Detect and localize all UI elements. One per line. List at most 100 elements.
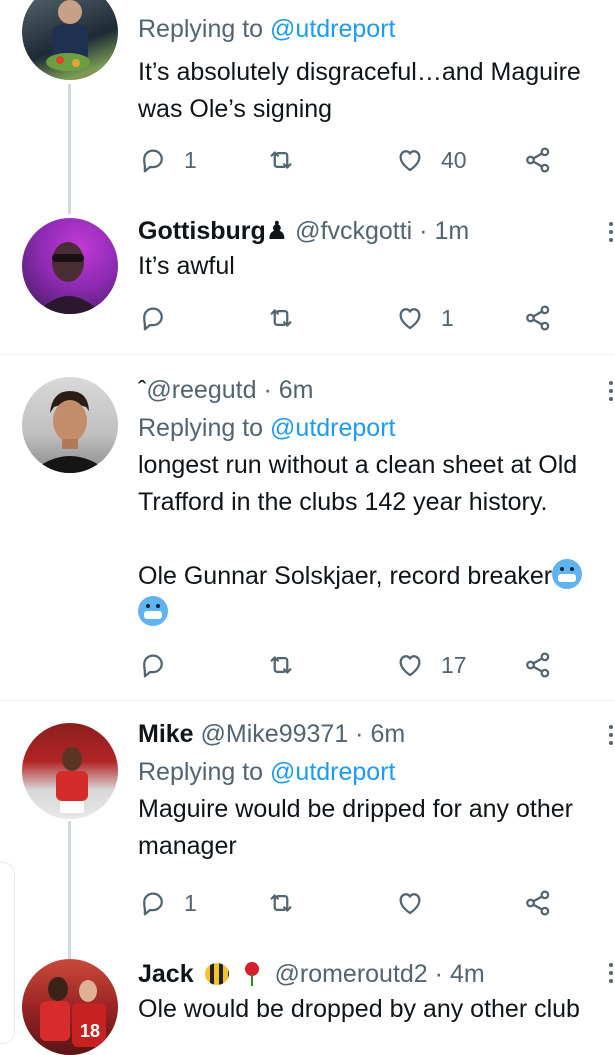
tweet-text-line: Ole would be dropped by any other club <box>138 995 580 1023</box>
share-icon <box>526 305 550 331</box>
more-icon[interactable] <box>609 222 615 246</box>
tweet-text-line: Ole Gunnar Solskjaer, record breaker <box>138 562 553 590</box>
reply-button[interactable]: 1 <box>138 883 197 923</box>
avatar[interactable]: 18 <box>22 959 118 1055</box>
like-button[interactable]: 1 <box>395 298 454 338</box>
separator: · <box>412 217 435 245</box>
avatar[interactable] <box>22 0 118 80</box>
rose-emoji <box>242 962 262 986</box>
like-button[interactable] <box>395 883 441 923</box>
retweet-button[interactable] <box>266 298 296 338</box>
tweet-text: longest run without a clean sheet at Old… <box>138 447 615 632</box>
tweet-text-line: Trafford in the clubs 142 year history. <box>138 488 548 516</box>
thread-line <box>68 821 71 961</box>
replying-prefix: Replying to <box>138 414 264 442</box>
chess-pawn-icon: ♟ <box>265 217 289 245</box>
replying-to: Replying to @utdreport <box>138 413 615 443</box>
share-icon <box>526 147 550 173</box>
avatar[interactable] <box>22 723 118 819</box>
cold-face-emoji <box>138 596 168 626</box>
tweet-3[interactable]: ˆ@reegutd · 6m Replying to @utdreport lo… <box>0 355 615 700</box>
tweet-actions: 1 40 <box>138 140 608 180</box>
bee-emoji <box>204 963 229 985</box>
share-button[interactable] <box>523 883 553 923</box>
tweet-text-line: longest run without a clean sheet at Old <box>138 451 578 479</box>
tweet-text-line: manager <box>138 832 237 860</box>
tweet-text-line: was Ole’s signing <box>138 95 333 123</box>
reply-button[interactable]: 1 <box>138 140 197 180</box>
tweet-actions: 17 <box>138 645 608 685</box>
retweet-button[interactable] <box>266 140 296 180</box>
retweet-icon <box>270 309 292 327</box>
user-handle[interactable]: @fvckgotti <box>295 217 412 245</box>
display-name[interactable]: Jack <box>138 960 194 988</box>
mention-link[interactable]: @utdreport <box>270 758 395 786</box>
reply-icon <box>143 149 163 173</box>
reply-button[interactable] <box>138 645 184 685</box>
share-icon <box>526 890 550 916</box>
user-handle[interactable]: @romeroutd2 <box>274 960 427 988</box>
mention-link[interactable]: @utdreport <box>270 15 395 43</box>
retweet-icon <box>270 656 292 674</box>
svg-text:18: 18 <box>80 1021 100 1041</box>
avatar[interactable] <box>22 377 118 473</box>
reply-icon <box>143 892 163 916</box>
replying-to: Replying to @utdreport <box>138 14 615 44</box>
retweet-button[interactable] <box>266 645 296 685</box>
tweet-header: ˆ@reegutd · 6m <box>138 375 615 405</box>
share-button[interactable] <box>523 140 553 180</box>
replying-prefix: Replying to <box>138 758 264 786</box>
tweet-5[interactable]: 18 Jack @romeroutd2 · 4m Ole would be dr… <box>0 941 615 1055</box>
cold-face-emoji <box>552 559 583 589</box>
timestamp[interactable]: 1m <box>434 217 469 245</box>
mention-link[interactable]: @utdreport <box>270 414 395 442</box>
reply-button[interactable] <box>138 298 184 338</box>
share-button[interactable] <box>523 645 553 685</box>
tweet-text: Ole would be dropped by any other club <box>138 991 615 1028</box>
tweet-text: It’s absolutely disgraceful…and Maguire … <box>138 54 615 128</box>
user-handle[interactable]: @reegutd <box>146 376 256 404</box>
like-count: 1 <box>441 304 454 331</box>
share-button[interactable] <box>523 298 553 338</box>
tweet-2[interactable]: Gottisburg♟ @fvckgotti · 1m It’s awful 1 <box>0 200 615 354</box>
replying-prefix: Replying to <box>138 15 264 43</box>
tweet-text: It’s awful <box>138 248 615 285</box>
tweet-actions: 1 <box>138 883 608 923</box>
thread-line <box>68 84 71 214</box>
replying-to: Replying to @utdreport <box>138 757 615 787</box>
like-icon <box>399 893 421 915</box>
reply-count: 1 <box>184 889 197 916</box>
display-name[interactable]: Mike <box>138 720 194 748</box>
user-handle[interactable]: @Mike99371 <box>201 720 349 748</box>
retweet-button[interactable] <box>266 883 296 923</box>
reply-count: 1 <box>184 146 197 173</box>
reply-icon <box>143 654 163 678</box>
like-icon <box>399 655 421 677</box>
retweet-icon <box>270 151 292 169</box>
like-button[interactable]: 17 <box>395 645 467 685</box>
display-name[interactable]: Gottisburg <box>138 217 266 245</box>
like-button[interactable]: 40 <box>395 140 467 180</box>
tweet-header: Jack @romeroutd2 · 4m <box>138 959 615 989</box>
tweet-text-line: It’s absolutely disgraceful…and Maguire <box>138 58 581 86</box>
more-icon[interactable] <box>609 725 615 749</box>
tweet-actions: 1 <box>138 298 608 338</box>
more-icon[interactable] <box>609 963 615 987</box>
separator: · <box>256 376 279 404</box>
tweet-header: Gottisburg♟ @fvckgotti · 1m <box>138 216 615 246</box>
tweet-4[interactable]: Mike @Mike99371 · 6m Replying to @utdrep… <box>0 701 615 961</box>
timestamp[interactable]: 6m <box>370 720 405 748</box>
reply-icon <box>143 307 163 331</box>
more-icon[interactable] <box>609 381 615 405</box>
timestamp[interactable]: 6m <box>279 376 314 404</box>
retweet-icon <box>270 894 292 912</box>
tweet-text: Maguire would be dripped for any other m… <box>138 791 615 865</box>
tweet-1[interactable]: Replying to @utdreport It’s absolutely d… <box>0 0 615 225</box>
tweet-text-line: It’s awful <box>138 252 235 280</box>
tweet-text-line-with-emoji: Ole Gunnar Solskjaer, record breaker <box>138 558 615 595</box>
tweet-text-line: Maguire would be dripped for any other <box>138 795 573 823</box>
tweet-header: Mike @Mike99371 · 6m <box>138 719 615 749</box>
avatar[interactable] <box>22 218 118 314</box>
timestamp[interactable]: 4m <box>450 960 485 988</box>
tweet-text-line <box>138 521 615 558</box>
